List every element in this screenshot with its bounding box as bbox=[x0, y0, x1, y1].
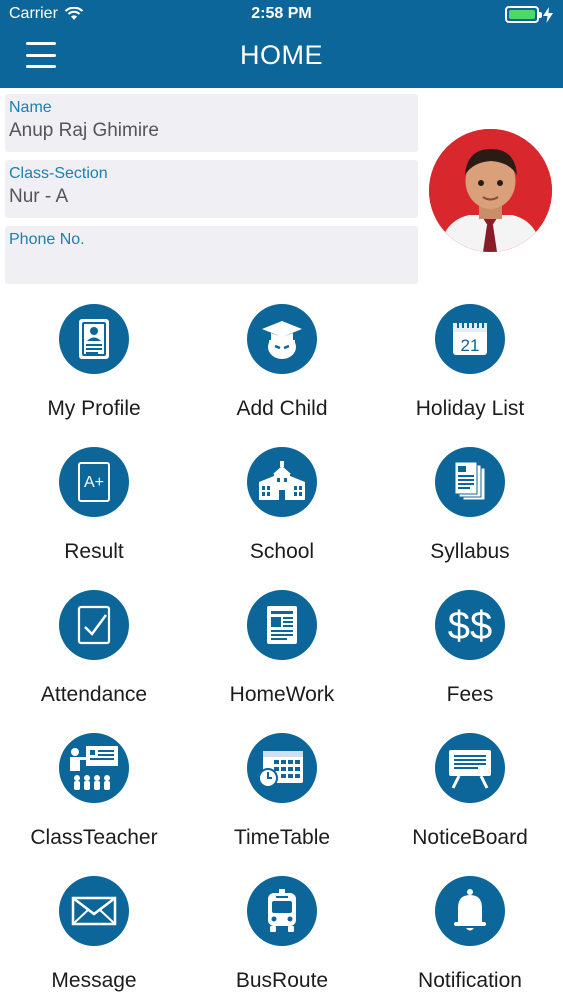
tile-label: ClassTeacher bbox=[30, 826, 158, 849]
graduate-icon bbox=[262, 321, 302, 359]
notification-tile[interactable]: Notification bbox=[376, 868, 563, 1000]
phone-field: Phone No. bbox=[5, 226, 418, 284]
tile-label: TimeTable bbox=[233, 826, 331, 849]
school-tile[interactable]: School bbox=[188, 439, 376, 579]
add-child-tile[interactable]: Add Child bbox=[188, 296, 376, 436]
calendar-icon: 21 bbox=[453, 320, 487, 355]
battery-icon bbox=[505, 6, 542, 23]
bus-icon bbox=[268, 889, 296, 932]
grade-icon: A+ bbox=[78, 462, 110, 502]
notice-board-icon bbox=[449, 750, 491, 789]
class-section-value: Nur - A bbox=[9, 186, 69, 207]
notice-board-tile[interactable]: NoticeBoard bbox=[376, 725, 563, 865]
homework-tile[interactable]: HomeWork bbox=[188, 582, 376, 722]
documents-icon bbox=[454, 461, 486, 501]
class-teacher-tile[interactable]: ClassTeacher bbox=[0, 725, 188, 865]
clock: 2:58 PM bbox=[251, 5, 312, 22]
attendance-tile[interactable]: Attendance bbox=[0, 582, 188, 722]
page-title: HOME bbox=[240, 40, 323, 70]
tile-label: Fees bbox=[446, 683, 494, 706]
bus-route-tile[interactable]: BusRoute bbox=[188, 868, 376, 1000]
my-profile-tile[interactable]: My Profile bbox=[0, 296, 188, 436]
tile-label: NoticeBoard bbox=[412, 826, 528, 849]
battery-indicator bbox=[505, 6, 553, 23]
tile-label: Syllabus bbox=[430, 540, 510, 563]
notebook-icon bbox=[267, 606, 297, 644]
tile-label: My Profile bbox=[47, 397, 141, 420]
result-tile[interactable]: A+ Result bbox=[0, 439, 188, 579]
tile-label: Message bbox=[51, 969, 137, 992]
class-section-field: Class-Section Nur - A bbox=[5, 160, 418, 218]
tile-label: Attendance bbox=[40, 683, 148, 706]
timetable-tile[interactable]: TimeTable bbox=[188, 725, 376, 865]
tile-label: HomeWork bbox=[229, 683, 335, 706]
id-card-icon bbox=[79, 319, 109, 359]
name-value: Anup Raj Ghimire bbox=[9, 120, 159, 141]
tile-label: Result bbox=[64, 540, 124, 563]
fees-tile[interactable]: $$ Fees bbox=[376, 582, 563, 722]
school-building-icon bbox=[259, 461, 305, 500]
name-field: Name Anup Raj Ghimire bbox=[5, 94, 418, 152]
tile-label: Holiday List bbox=[415, 397, 525, 420]
checkbox-icon bbox=[77, 605, 111, 645]
teacher-icon bbox=[70, 746, 118, 790]
holiday-list-tile[interactable]: 21 Holiday List bbox=[376, 296, 563, 436]
bell-icon bbox=[454, 889, 486, 931]
envelope-icon bbox=[71, 896, 117, 926]
grade-text: A+ bbox=[84, 474, 104, 491]
timetable-icon bbox=[258, 751, 303, 788]
charging-bolt-icon bbox=[543, 6, 553, 23]
student-avatar[interactable] bbox=[429, 129, 552, 252]
phone-label: Phone No. bbox=[9, 231, 85, 248]
tile-label: Add Child bbox=[236, 397, 328, 420]
dollar-icon: $$ bbox=[448, 604, 493, 647]
syllabus-tile[interactable]: Syllabus bbox=[376, 439, 563, 579]
fees-symbol-text: $$ bbox=[448, 604, 493, 647]
name-label: Name bbox=[9, 99, 52, 116]
tile-label: School bbox=[249, 540, 315, 563]
class-section-label: Class-Section bbox=[9, 165, 108, 182]
app-header: Carrier 2:58 PM HOME bbox=[0, 0, 563, 88]
tile-label: BusRoute bbox=[235, 969, 329, 992]
status-bar: Carrier 2:58 PM bbox=[0, 0, 563, 30]
calendar-day-text: 21 bbox=[461, 336, 480, 355]
tile-label: Notification bbox=[418, 969, 522, 992]
message-tile[interactable]: Message bbox=[0, 868, 188, 1000]
